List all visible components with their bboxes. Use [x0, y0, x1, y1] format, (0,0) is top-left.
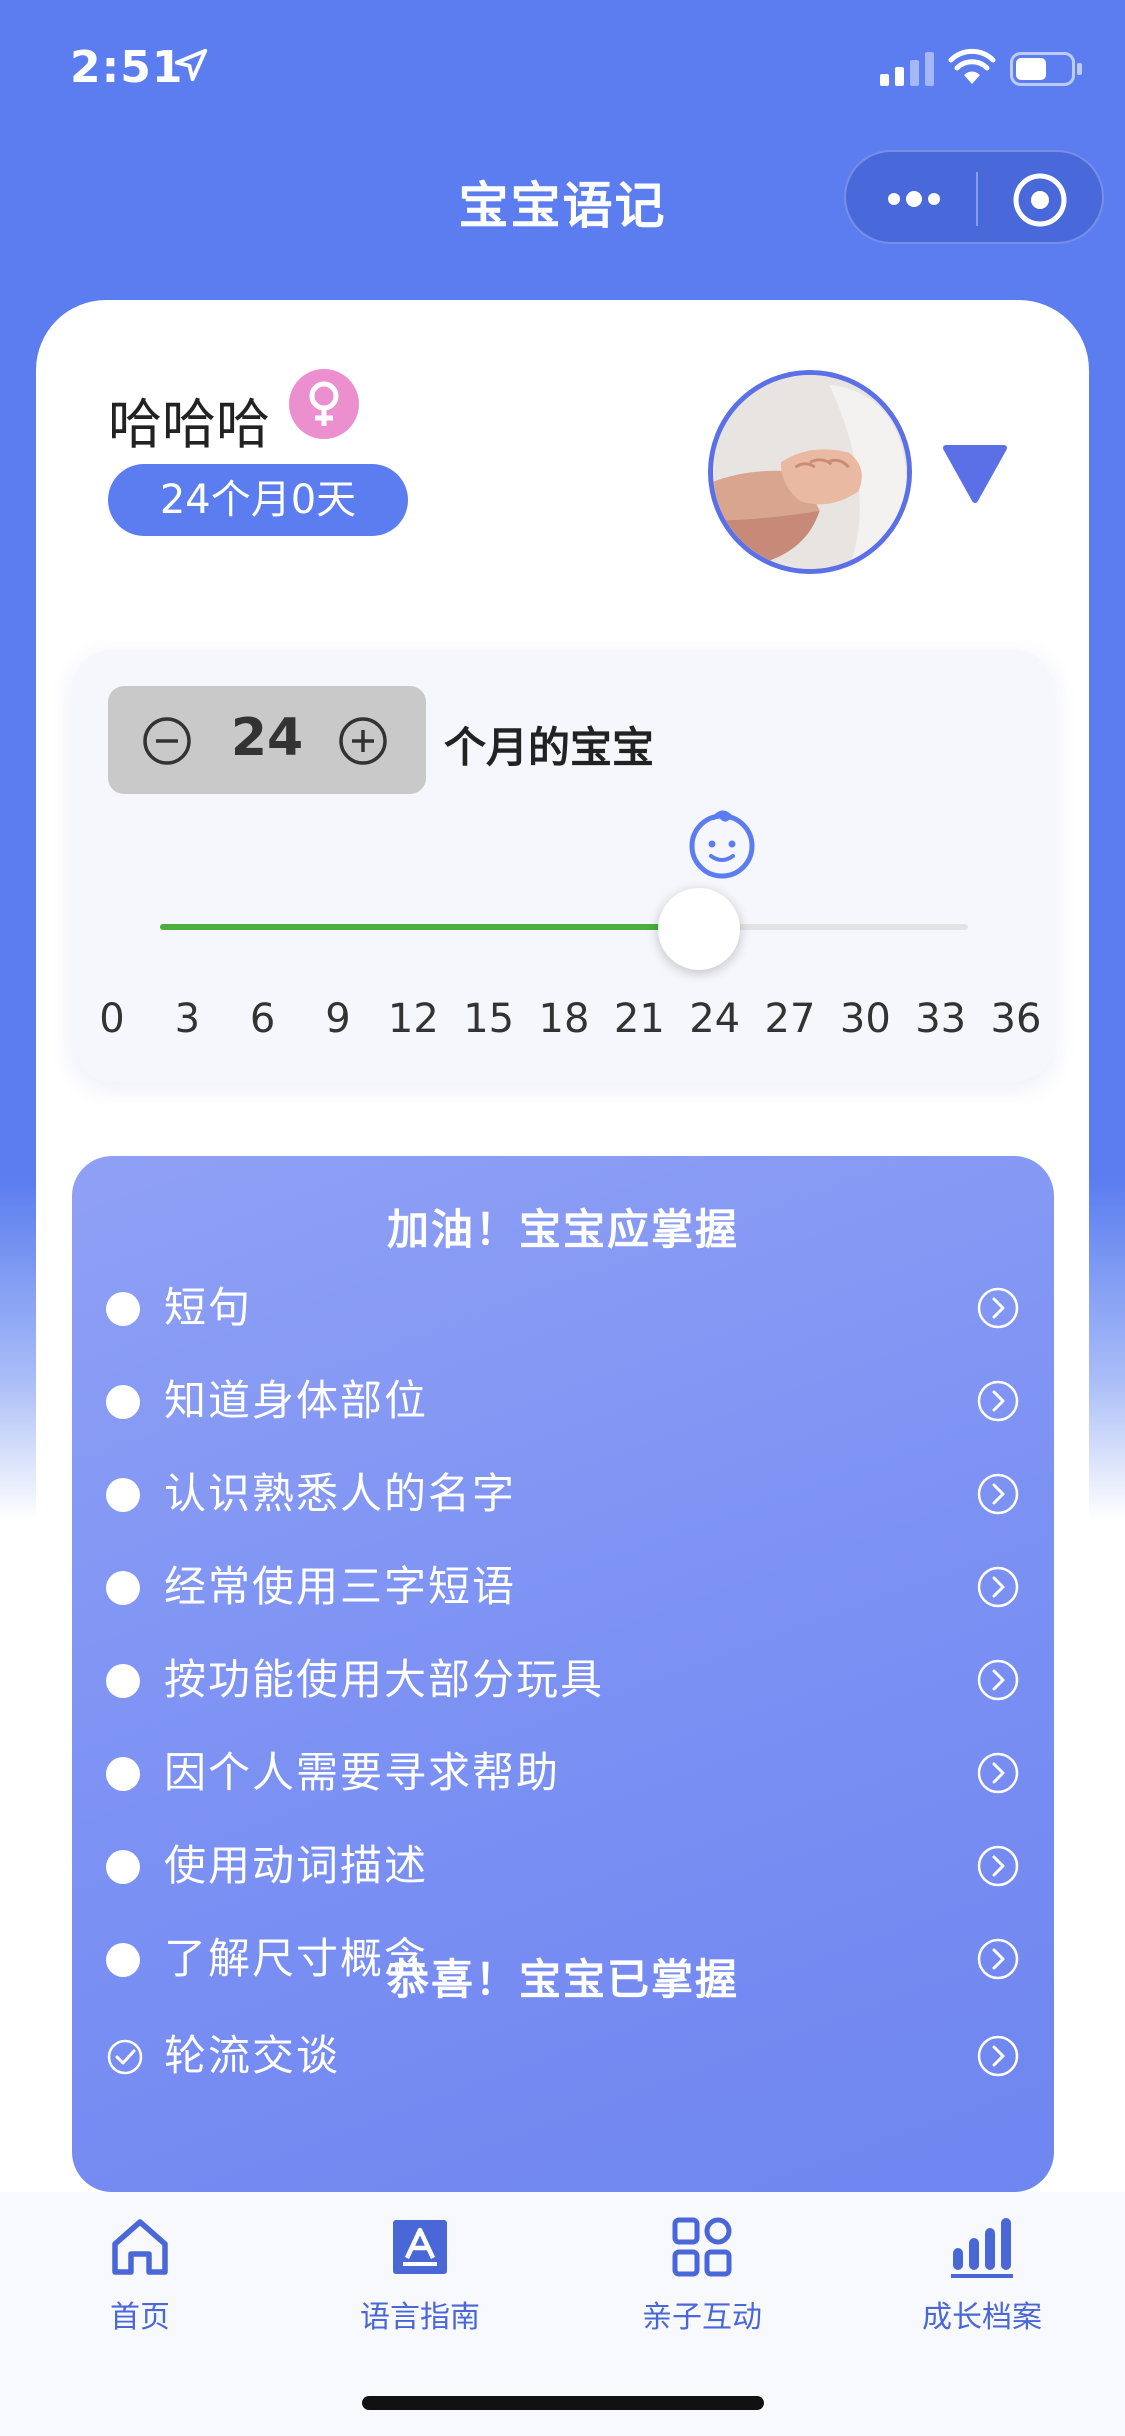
home-indicator [362, 2396, 764, 2410]
tab-language-guide-label: 语言指南 [360, 2300, 480, 2335]
more-dots-icon[interactable] [882, 176, 946, 222]
slider-tick-label: 3 [174, 996, 201, 1042]
milestone-row[interactable]: 经常使用三字短语 [106, 1557, 1020, 1617]
milestone-row[interactable]: 认识熟悉人的名字 [106, 1464, 1020, 1524]
month-value: 24 [230, 708, 304, 768]
chevron-right-circle-icon[interactable] [976, 1379, 1020, 1423]
dropdown-triangle-icon[interactable] [942, 440, 1008, 506]
bullet-dot [106, 1292, 140, 1326]
mini-program-capsule [844, 150, 1104, 244]
age-slider-fill [160, 924, 699, 930]
check-circle-icon [107, 2039, 143, 2075]
text-a-icon [393, 2220, 447, 2274]
chevron-right-circle-icon[interactable] [976, 1658, 1020, 1702]
slider-tick-label: 18 [538, 996, 590, 1042]
cellular-signal-icon [880, 52, 934, 86]
bullet-dot [106, 1478, 140, 1512]
milestone-label: 因个人需要寻求帮助 [164, 1748, 561, 1797]
age-slider-thumb[interactable] [657, 888, 740, 970]
tab-parent-child-label: 亲子互动 [642, 2300, 762, 2335]
status-time: 2:51 [70, 42, 184, 93]
slider-tick-label: 24 [689, 996, 741, 1042]
battery-icon [1010, 52, 1082, 86]
chevron-right-circle-icon[interactable] [976, 1844, 1020, 1888]
bullet-dot [106, 1571, 140, 1605]
milestone-row[interactable]: 因个人需要寻求帮助 [106, 1743, 1020, 1803]
slider-tick-label: 21 [613, 996, 665, 1042]
milestone-label: 短句 [164, 1283, 253, 1332]
milestone-label: 轮流交谈 [164, 2031, 341, 2080]
chevron-right-circle-icon[interactable] [976, 1565, 1020, 1609]
month-suffix: 个月的宝宝 [444, 723, 655, 772]
chevron-right-circle-icon[interactable] [976, 1472, 1020, 1516]
status-bar: 2:51 [0, 0, 1125, 130]
age-slider-track[interactable] [160, 924, 968, 930]
chevron-right-circle-icon[interactable] [976, 1751, 1020, 1795]
grid-icon [672, 2217, 732, 2277]
todo-heading: 加油！宝宝应掌握 [386, 1205, 739, 1254]
tab-home[interactable]: 首页 [40, 2212, 240, 2336]
wifi-icon [948, 48, 996, 84]
slider-tick-label: 0 [99, 996, 125, 1042]
milestone-label: 知道身体部位 [164, 1376, 429, 1425]
milestone-row[interactable]: 知道身体部位 [106, 1371, 1020, 1431]
slider-tick-label: 12 [387, 996, 439, 1042]
capsule-divider [976, 172, 978, 226]
chevron-right-circle-icon[interactable] [976, 2034, 1020, 2078]
close-target-icon[interactable] [1012, 172, 1068, 228]
milestone-row[interactable]: 按功能使用大部分玩具 [106, 1650, 1020, 1710]
tab-growth-records[interactable]: 成长档案 [882, 2212, 1082, 2336]
plus-circle-icon[interactable] [338, 716, 388, 766]
location-arrow-icon [174, 48, 208, 82]
slider-tick-label: 27 [764, 996, 816, 1042]
milestone-label: 使用动词描述 [164, 1841, 429, 1890]
milestone-label: 认识熟悉人的名字 [164, 1469, 517, 1518]
bullet-dot [106, 1664, 140, 1698]
bar-chart-icon [951, 2218, 1013, 2278]
milestone-label: 按功能使用大部分玩具 [164, 1655, 605, 1704]
milestone-row[interactable]: 使用动词描述 [106, 1836, 1020, 1896]
tab-growth-records-label: 成长档案 [922, 2300, 1042, 2335]
avatar[interactable] [708, 370, 912, 574]
month-selector-panel: 24 个月的宝宝 0 3 6 9 12 15 18 21 24 27 30 33 36 [72, 650, 1054, 1082]
done-heading: 恭喜！宝宝已掌握 [386, 1955, 739, 2004]
milestone-row[interactable]: 短句 [106, 1278, 1020, 1338]
milestone-label: 经常使用三字短语 [164, 1562, 517, 1611]
tab-home-label: 首页 [110, 2300, 170, 2335]
slider-tick-label: 30 [839, 996, 891, 1042]
home-icon [112, 2219, 168, 2275]
slider-tick-label: 9 [325, 996, 351, 1042]
tab-language-guide[interactable]: 语言指南 [320, 2212, 520, 2336]
age-badge: 24个月0天 [108, 464, 408, 536]
bullet-dot [106, 1757, 140, 1791]
mastered-milestone-row[interactable]: 轮流交谈 [106, 2026, 1020, 2086]
main-card: 哈哈哈 24个月0天 24 个月的宝宝 0 3 6 9 12 15 18 21 … [36, 300, 1089, 2436]
chevron-right-circle-icon[interactable] [976, 1286, 1020, 1330]
slider-tick-label: 15 [463, 996, 515, 1042]
female-gender-icon [289, 369, 359, 439]
month-stepper: 24 [108, 686, 426, 794]
slider-tick-label: 33 [915, 996, 967, 1042]
slider-tick-label: 36 [990, 996, 1042, 1042]
slider-tick-label: 6 [249, 996, 276, 1042]
tab-parent-child[interactable]: 亲子互动 [602, 2212, 802, 2336]
bullet-dot [106, 1850, 140, 1884]
minus-circle-icon[interactable] [142, 716, 192, 766]
baby-photo-image [713, 375, 907, 569]
milestones-card: 加油！宝宝应掌握 短句知道身体部位认识熟悉人的名字 经常使用三字短语按功能使用大部… [72, 1156, 1054, 2192]
bullet-dot [106, 1385, 140, 1419]
baby-face-icon [689, 810, 755, 879]
baby-name: 哈哈哈 [108, 393, 270, 456]
